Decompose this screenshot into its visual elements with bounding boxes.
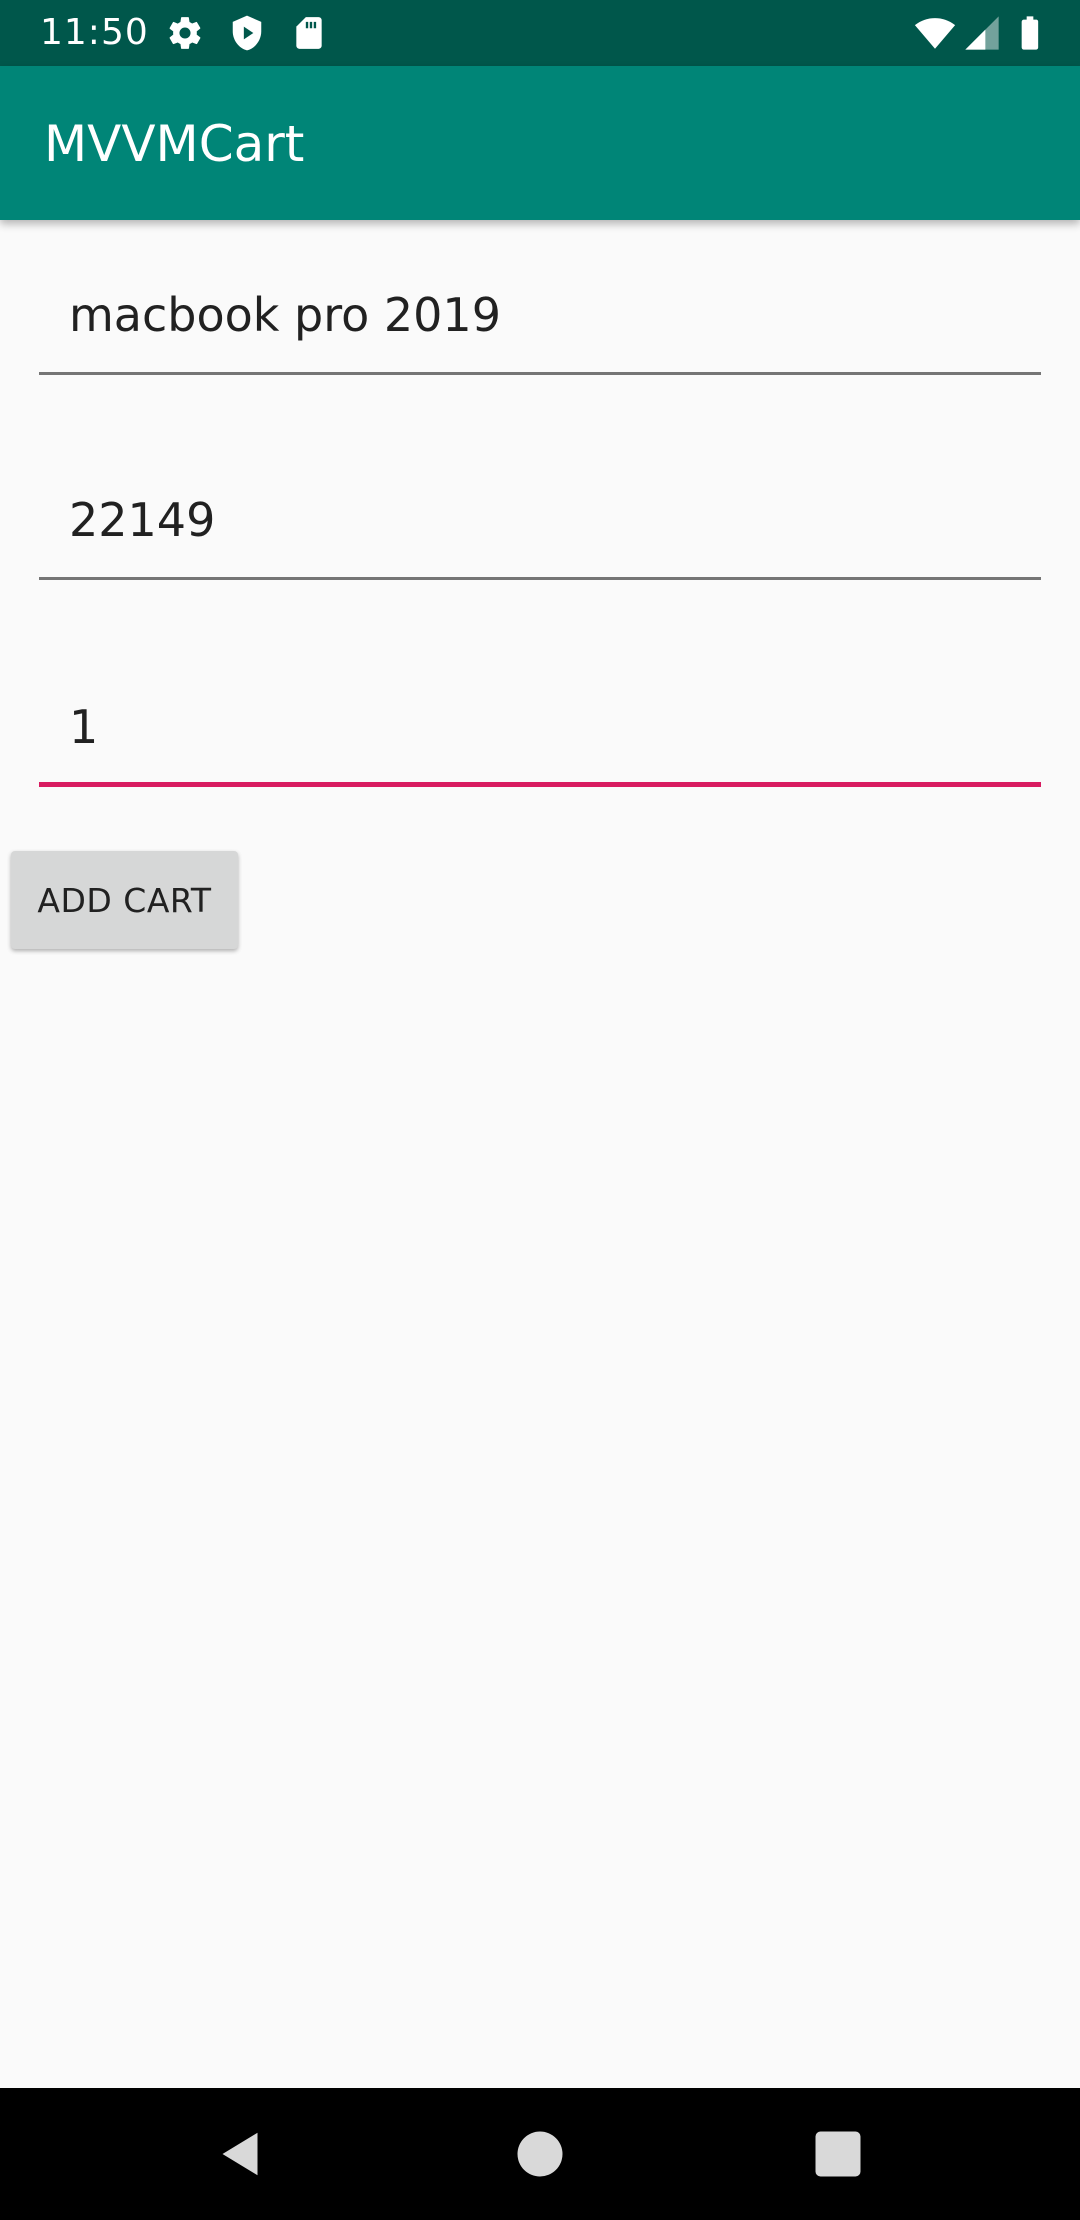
- product-name-underline: [39, 372, 1041, 375]
- product-name-input[interactable]: [39, 255, 1041, 375]
- cellular-signal-icon: [965, 16, 999, 50]
- home-icon[interactable]: [510, 2124, 570, 2184]
- quantity-input[interactable]: [39, 667, 1041, 787]
- back-icon[interactable]: [210, 2124, 270, 2184]
- price-field[interactable]: [39, 460, 1041, 580]
- play-protect-icon: [232, 15, 262, 51]
- sd-card-icon: [296, 17, 322, 49]
- price-input[interactable]: [39, 460, 1041, 580]
- status-bar: 11:50: [0, 0, 1080, 66]
- wifi-icon: [914, 18, 956, 49]
- app-bar: MVVMCart: [0, 66, 1080, 220]
- navigation-bar: [0, 2088, 1080, 2220]
- recents-icon[interactable]: [808, 2124, 868, 2184]
- status-time: 11:50: [40, 12, 149, 53]
- battery-icon: [1021, 16, 1039, 50]
- quantity-field[interactable]: [39, 667, 1041, 787]
- price-underline: [39, 577, 1041, 580]
- screen: 11:50 MVVMCart macbook pro 2019 22149 1 …: [0, 0, 1080, 2220]
- add-cart-button[interactable]: ADD CART: [11, 851, 238, 949]
- settings-icon: [169, 17, 201, 49]
- app-title: MVVMCart: [44, 115, 305, 173]
- product-name-field[interactable]: [39, 255, 1041, 375]
- quantity-underline: [39, 782, 1041, 787]
